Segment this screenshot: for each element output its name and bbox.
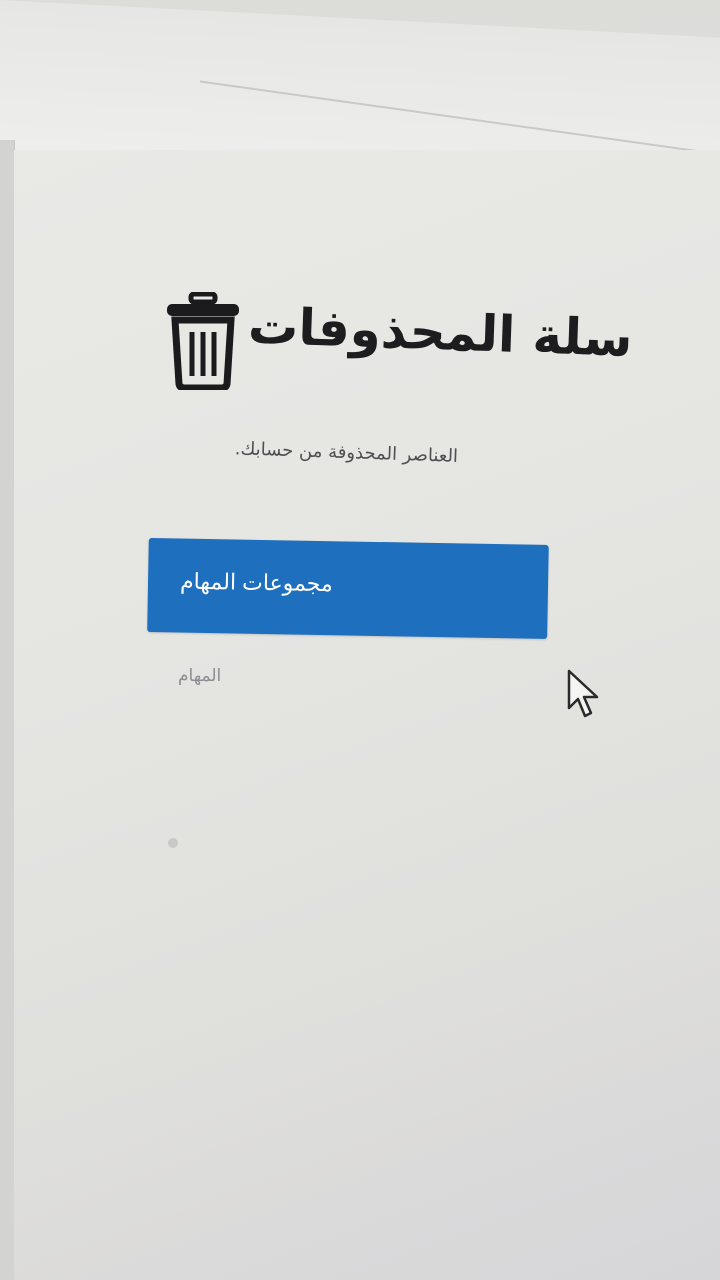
task-groups-button[interactable]: مجموعات المهام [147, 538, 549, 639]
trash-icon [165, 291, 241, 392]
left-edge [0, 140, 15, 1280]
tasks-link[interactable]: المهام [178, 666, 221, 686]
task-groups-button-label: مجموعات المهام [179, 568, 334, 597]
mouse-pointer-icon [566, 668, 602, 722]
screen-smudge [168, 838, 178, 848]
top-divider [200, 10, 720, 156]
